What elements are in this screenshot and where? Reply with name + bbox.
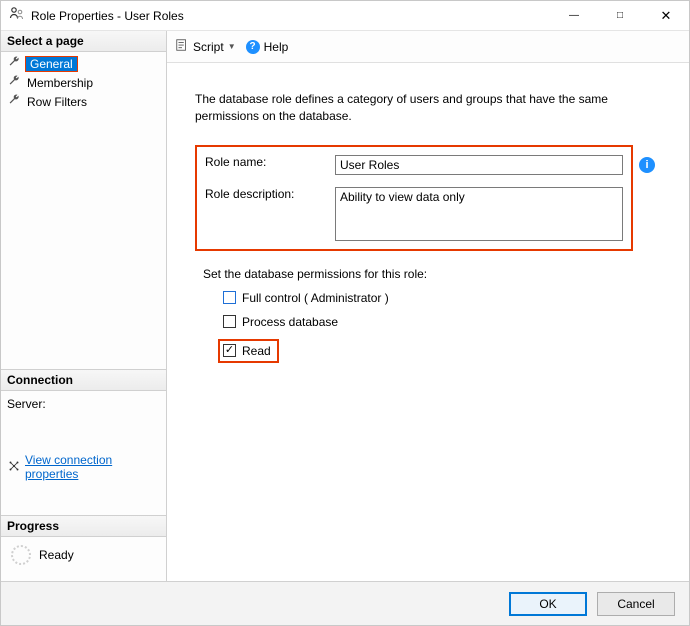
server-label: Server: xyxy=(7,397,160,411)
script-icon xyxy=(175,38,189,55)
progress-spinner-icon xyxy=(11,545,31,565)
maximize-button[interactable]: □ xyxy=(597,1,643,30)
role-name-input[interactable] xyxy=(335,155,623,175)
intro-text: The database role defines a category of … xyxy=(195,91,661,125)
permissions-label: Set the database permissions for this ro… xyxy=(203,267,661,281)
toolbar: Script ▼ ? Help xyxy=(167,31,689,63)
sidebar-item-label: General xyxy=(26,57,77,71)
role-name-label: Role name: xyxy=(205,155,325,169)
sidebar-item-general[interactable]: General xyxy=(1,54,166,73)
perm-full-control[interactable]: Full control ( Administrator ) xyxy=(223,291,661,305)
perm-read[interactable]: Read xyxy=(218,339,279,363)
wrench-icon xyxy=(7,93,21,110)
select-page-header: Select a page xyxy=(1,31,166,52)
progress-header: Progress xyxy=(1,515,166,537)
connection-icon xyxy=(7,459,21,476)
info-icon[interactable]: i xyxy=(639,157,655,173)
titlebar: Role Properties - User Roles ― □ ✕ xyxy=(1,1,689,31)
role-desc-label: Role description: xyxy=(205,187,325,201)
checkbox-icon[interactable] xyxy=(223,344,236,357)
role-desc-input[interactable] xyxy=(335,187,623,241)
close-button[interactable]: ✕ xyxy=(643,1,689,30)
content-pane: Script ▼ ? Help The database role define… xyxy=(167,31,689,581)
role-icon xyxy=(9,6,25,25)
perm-read-label: Read xyxy=(242,344,271,358)
script-button[interactable]: Script ▼ xyxy=(175,38,236,55)
perm-process-database[interactable]: Process database xyxy=(223,315,661,329)
sidebar: Select a page General Membership Row Fil… xyxy=(1,31,167,581)
connection-body: Server: xyxy=(1,391,166,451)
help-label: Help xyxy=(264,40,289,54)
wrench-icon xyxy=(7,55,21,72)
wrench-icon xyxy=(7,74,21,91)
progress-status: Ready xyxy=(39,548,74,562)
view-connection-link[interactable]: View connection properties xyxy=(25,453,160,481)
cancel-button[interactable]: Cancel xyxy=(597,592,675,616)
chevron-down-icon: ▼ xyxy=(228,42,236,51)
page-nav-list: General Membership Row Filters xyxy=(1,52,166,117)
sidebar-item-membership[interactable]: Membership xyxy=(1,73,166,92)
role-form: Role name: Role description: i xyxy=(195,145,633,251)
checkbox-icon[interactable] xyxy=(223,291,236,304)
minimize-button[interactable]: ― xyxy=(551,1,597,30)
permissions-list: Full control ( Administrator ) Process d… xyxy=(195,291,661,363)
connection-header: Connection xyxy=(1,369,166,391)
sidebar-item-row-filters[interactable]: Row Filters xyxy=(1,92,166,111)
help-button[interactable]: ? Help xyxy=(246,40,289,54)
help-icon: ? xyxy=(246,40,260,54)
script-label: Script xyxy=(193,40,224,54)
checkbox-icon[interactable] xyxy=(223,315,236,328)
window-title: Role Properties - User Roles xyxy=(31,9,551,23)
sidebar-item-label: Row Filters xyxy=(25,95,89,109)
perm-full-label: Full control ( Administrator ) xyxy=(242,291,389,305)
perm-process-label: Process database xyxy=(242,315,338,329)
ok-button[interactable]: OK xyxy=(509,592,587,616)
dialog-footer: OK Cancel xyxy=(1,581,689,625)
sidebar-item-label: Membership xyxy=(25,76,95,90)
